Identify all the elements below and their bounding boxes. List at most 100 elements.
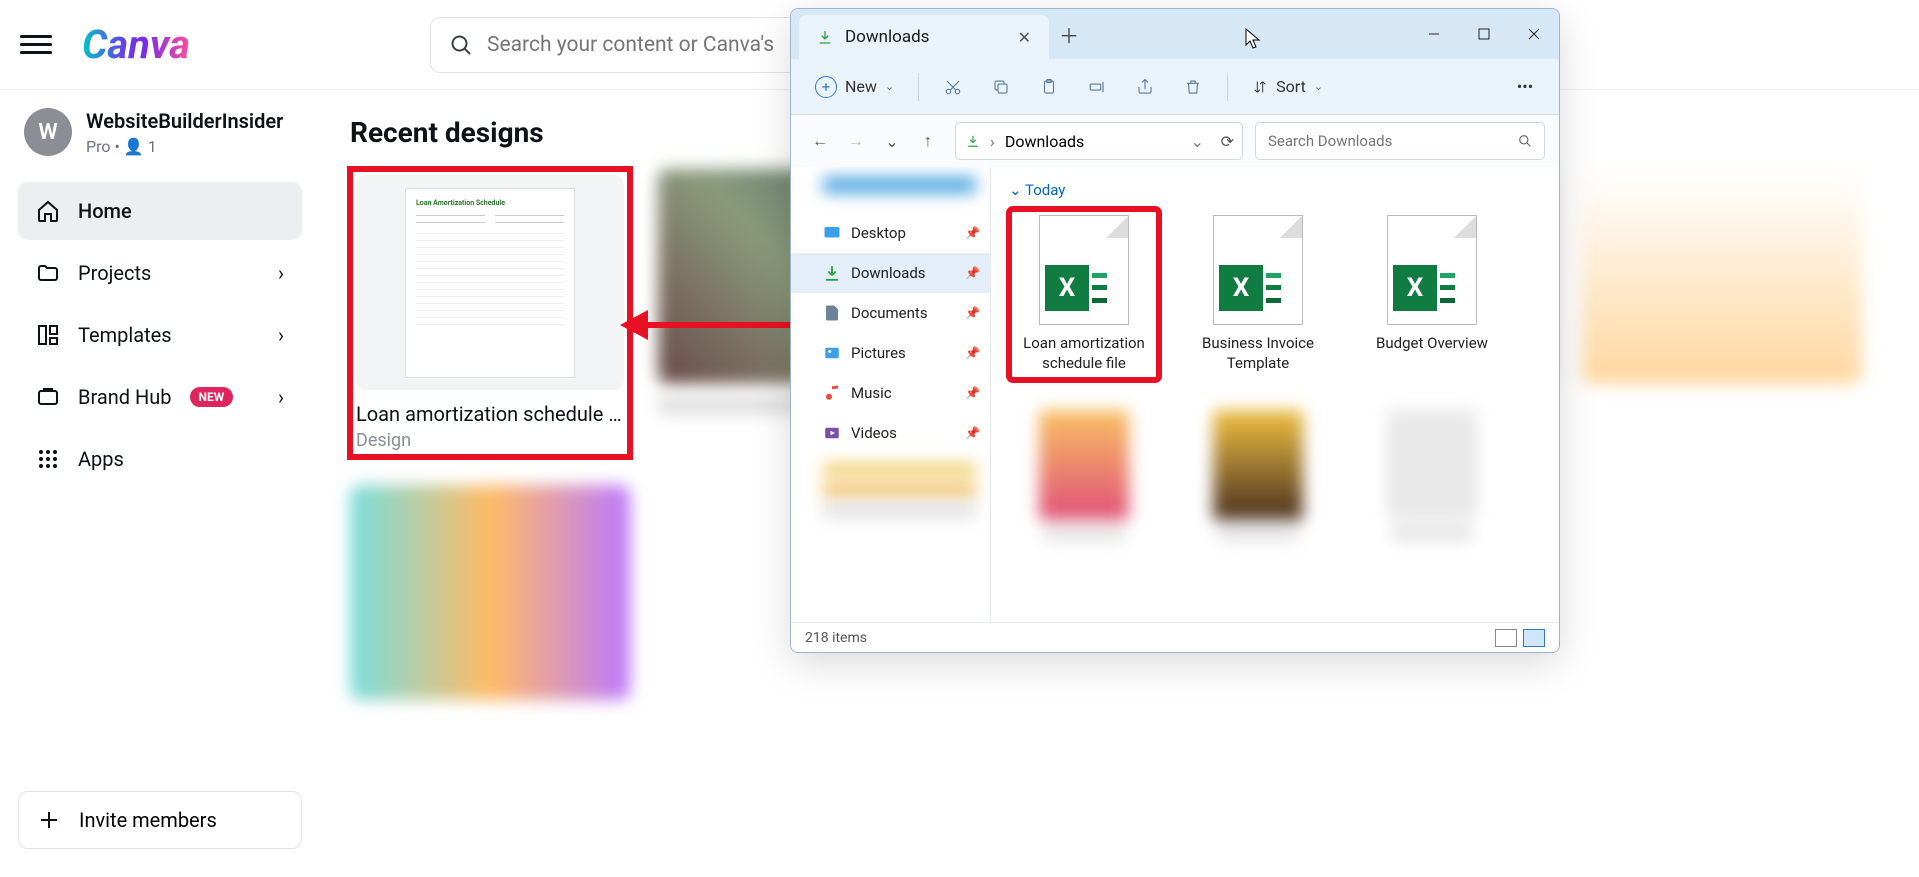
download-icon	[817, 29, 833, 45]
search-icon	[1518, 134, 1532, 148]
design-type: Design	[356, 430, 624, 451]
annotation-arrow-head	[620, 310, 648, 340]
recent-button[interactable]: ⌄	[877, 126, 907, 156]
design-card[interactable]	[350, 485, 630, 700]
minimize-button[interactable]	[1409, 9, 1459, 59]
sidebar-item-desktop[interactable]: Desktop📌	[791, 213, 990, 253]
sort-icon	[1252, 79, 1268, 95]
sidebar-item[interactable]	[823, 177, 976, 193]
download-icon	[823, 264, 841, 282]
sidebar-item-documents[interactable]: Documents📌	[791, 293, 990, 333]
desktop-icon	[823, 224, 841, 242]
user-block[interactable]: W WebsiteBuilderInsider Pro • 👤 1	[18, 108, 302, 156]
sidebar-item-downloads[interactable]: Downloads📌	[791, 253, 990, 293]
delete-button[interactable]	[1173, 69, 1213, 105]
music-icon	[823, 384, 841, 402]
invite-label: Invite members	[79, 808, 217, 832]
document-icon	[823, 304, 841, 322]
sidebar-item-pictures[interactable]: Pictures📌	[791, 333, 990, 373]
group-header[interactable]: ⌄ Today	[1009, 181, 1541, 199]
back-button[interactable]: ←	[805, 126, 835, 156]
menu-icon[interactable]	[20, 29, 52, 61]
design-card[interactable]: Loan Amortization Schedule Loan amortiza…	[350, 169, 630, 457]
file-item[interactable]: X Business Invoice Template	[1183, 209, 1333, 380]
canva-logo[interactable]: Canva	[82, 21, 190, 68]
sidebar-item-templates[interactable]: Templates ›	[18, 306, 302, 364]
close-button[interactable]	[1509, 9, 1559, 59]
explorer-sidebar: Desktop📌 Downloads📌 Documents📌 Pictures📌…	[791, 167, 991, 622]
user-name: WebsiteBuilderInsider	[86, 109, 283, 133]
sidebar-item[interactable]	[823, 503, 976, 517]
explorer-content: Desktop📌 Downloads📌 Documents📌 Pictures📌…	[791, 167, 1559, 622]
sidebar-item[interactable]	[823, 463, 976, 477]
address-path[interactable]: › Downloads ⌄ ⟳	[955, 122, 1243, 160]
list-view-button[interactable]	[1495, 629, 1517, 647]
sidebar-item-brandhub[interactable]: Brand Hub NEW ›	[18, 368, 302, 426]
design-title: Loan amortization schedule fil...	[356, 402, 624, 426]
design-card[interactable]	[1582, 169, 1862, 457]
cut-icon	[944, 78, 962, 96]
excel-file-icon: X	[1213, 215, 1303, 325]
pictures-icon	[823, 344, 841, 362]
pin-icon: 📌	[965, 266, 980, 280]
templates-icon	[36, 323, 60, 347]
tab-title: Downloads	[845, 27, 929, 47]
new-button[interactable]: + New ⌄	[805, 69, 904, 105]
share-button[interactable]	[1125, 69, 1165, 105]
explorer-titlebar[interactable]: Downloads ✕ ＋	[791, 9, 1559, 59]
grid-view-button[interactable]	[1523, 629, 1545, 647]
cut-button[interactable]	[933, 69, 973, 105]
apps-icon	[36, 447, 60, 471]
pin-icon: 📌	[965, 426, 980, 440]
more-button[interactable]: •••	[1505, 69, 1545, 105]
plus-circle-icon: +	[815, 76, 837, 98]
sort-button[interactable]: Sort ⌄	[1242, 69, 1333, 105]
share-icon	[1136, 78, 1154, 96]
file-item[interactable]: X Budget Overview	[1357, 209, 1507, 380]
new-badge: NEW	[190, 387, 234, 407]
maximize-button[interactable]	[1459, 9, 1509, 59]
chevron-right-icon: ›	[278, 385, 284, 409]
file-item[interactable]: X Loan amortization schedule file	[1009, 209, 1159, 380]
document-preview: Loan Amortization Schedule	[405, 188, 575, 378]
explorer-tab[interactable]: Downloads ✕	[799, 15, 1049, 59]
rename-button[interactable]	[1077, 69, 1117, 105]
chevron-right-icon: ›	[278, 323, 284, 347]
file-item[interactable]	[1357, 404, 1507, 546]
file-item[interactable]	[1183, 404, 1333, 546]
explorer-address-bar: ← → ⌄ ↑ › Downloads ⌄ ⟳	[791, 115, 1559, 167]
files-pane[interactable]: ⌄ Today X Loan amortization schedule fil…	[991, 167, 1559, 622]
chevron-down-icon: ⌄	[885, 80, 894, 93]
copy-button[interactable]	[981, 69, 1021, 105]
path-segment[interactable]: Downloads	[1005, 132, 1084, 151]
invite-button[interactable]: Invite members	[18, 791, 302, 849]
sidebar-item-projects[interactable]: Projects ›	[18, 244, 302, 302]
home-icon	[36, 199, 60, 223]
close-tab-icon[interactable]: ✕	[1018, 28, 1031, 47]
search-input[interactable]	[1268, 132, 1518, 150]
nav-label: Home	[78, 199, 132, 223]
pin-icon: 📌	[965, 306, 980, 320]
file-item[interactable]	[1009, 404, 1159, 546]
nav-label: Projects	[78, 261, 151, 285]
sidebar-item-apps[interactable]: Apps	[18, 430, 302, 488]
download-icon	[966, 134, 980, 148]
chevron-down-icon[interactable]: ⌄	[1191, 132, 1204, 151]
folder-icon	[36, 261, 60, 285]
new-tab-button[interactable]: ＋	[1049, 9, 1089, 59]
design-thumbnail: Loan Amortization Schedule	[356, 175, 624, 390]
up-button[interactable]: ↑	[913, 126, 943, 156]
file-explorer-window: Downloads ✕ ＋ + New ⌄ Sort ⌄ •••	[790, 8, 1560, 653]
paste-button[interactable]	[1029, 69, 1069, 105]
forward-button[interactable]: →	[841, 126, 871, 156]
window-controls	[1409, 9, 1559, 59]
sidebar-item-music[interactable]: Music📌	[791, 373, 990, 413]
file-name: Business Invoice Template	[1189, 333, 1327, 374]
search-box[interactable]	[1255, 122, 1545, 160]
sidebar-item-videos[interactable]: Videos📌	[791, 413, 990, 453]
refresh-button[interactable]: ⟳	[1221, 132, 1234, 151]
sidebar-item[interactable]	[823, 483, 976, 497]
rename-icon	[1088, 78, 1106, 96]
sidebar-item-home[interactable]: Home	[18, 182, 302, 240]
nav-label: Apps	[78, 447, 124, 471]
